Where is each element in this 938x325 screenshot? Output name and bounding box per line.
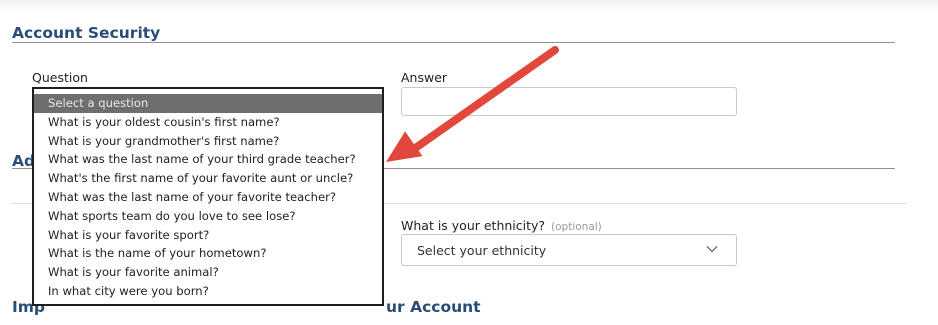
import-section-heading-end: ur Account — [386, 298, 481, 316]
question-option[interactable]: What is your favorite sport? — [34, 226, 382, 245]
account-security-heading: Account Security — [12, 24, 161, 42]
question-option[interactable]: What is your grandmother's first name? — [34, 132, 382, 151]
red-arrow-annotation-icon — [386, 46, 559, 162]
question-option[interactable]: What was the last name of your third gra… — [34, 150, 382, 169]
ethnicity-label: What is your ethnicity? (optional) — [401, 218, 602, 235]
ethnicity-optional-hint: (optional) — [551, 221, 602, 233]
chevron-down-icon — [706, 246, 718, 253]
question-dropdown-list[interactable]: Select a question What is your oldest co… — [32, 87, 384, 306]
top-shadow — [0, 0, 938, 12]
ethnicity-select-value: Select your ethnicity — [417, 243, 547, 258]
ethnicity-label-text: What is your ethnicity? — [401, 218, 546, 233]
question-option[interactable]: What is the name of your hometown? — [34, 244, 382, 263]
account-form-page: Account Security Question Answer Ad What… — [0, 0, 938, 325]
question-option[interactable]: What was the last name of your favorite … — [34, 188, 382, 207]
question-option[interactable]: What is your favorite animal? — [34, 263, 382, 282]
question-option[interactable]: Select a question — [34, 94, 382, 113]
question-label: Question — [32, 70, 88, 85]
question-option[interactable]: What's the first name of your favorite a… — [34, 169, 382, 188]
ethnicity-select[interactable]: Select your ethnicity — [401, 234, 737, 266]
question-option[interactable]: What sports team do you love to see lose… — [34, 207, 382, 226]
question-option[interactable]: What is your oldest cousin's first name? — [34, 113, 382, 132]
question-option[interactable]: In what city were you born? — [34, 282, 382, 301]
